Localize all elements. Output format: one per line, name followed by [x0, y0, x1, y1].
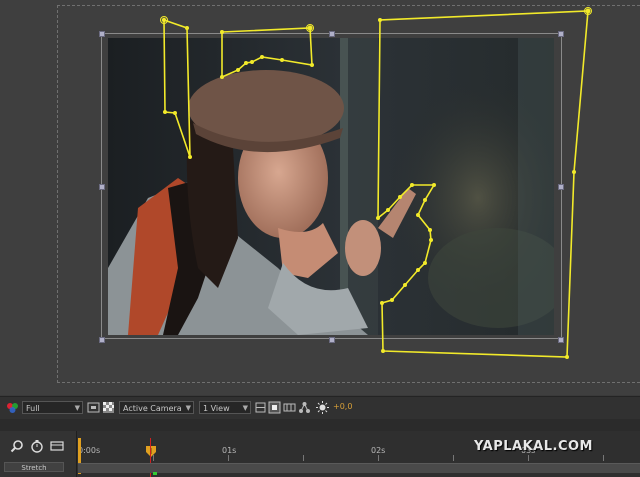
fast-previews-icon[interactable]	[268, 401, 281, 414]
toggle-pixel-aspect-icon[interactable]	[254, 401, 267, 414]
view-layout-dropdown[interactable]: 1 View ▼	[199, 401, 251, 414]
ruler-tick	[303, 455, 304, 461]
exposure-icon[interactable]	[316, 401, 329, 414]
timeline-panel: Stretch 0:00s 01s 02s 03s	[0, 431, 640, 477]
timeline-controls: Stretch	[0, 431, 77, 477]
timeline-icon[interactable]	[283, 401, 296, 414]
composition-viewer[interactable]	[0, 0, 640, 395]
chevron-down-icon: ▼	[242, 404, 248, 412]
keyframe-marker[interactable]	[153, 472, 157, 475]
ruler-tick	[378, 455, 379, 461]
time-label-1s: 01s	[222, 446, 237, 455]
chevron-down-icon: ▼	[185, 404, 191, 412]
stretch-label: Stretch	[21, 464, 47, 472]
flowchart-icon[interactable]	[298, 401, 311, 414]
exposure-value[interactable]: +0,0	[333, 402, 352, 411]
layer-duration-bar[interactable]	[78, 463, 640, 473]
region-of-interest-icon[interactable]	[87, 401, 100, 414]
camera-dropdown[interactable]: Active Camera ▼	[119, 401, 194, 414]
ruler-tick	[528, 455, 529, 461]
chevron-down-icon: ▼	[74, 404, 80, 412]
mask-path-hand	[377, 10, 589, 358]
viewer-toolbar: Full ▼ Active Camera ▼ 1 View ▼ +0,0	[0, 396, 640, 420]
search-icon[interactable]	[10, 439, 24, 453]
watermark: YAPLAKAL.COM	[474, 439, 593, 454]
ruler-tick	[228, 455, 229, 461]
view-layout-value: 1 View	[203, 404, 230, 413]
comp-flowchart-icon[interactable]	[50, 439, 64, 453]
stopwatch-icon[interactable]	[30, 439, 44, 453]
resolution-dropdown[interactable]: Full ▼	[22, 401, 83, 414]
transparency-grid-icon[interactable]	[102, 401, 115, 414]
stretch-column-button[interactable]: Stretch	[4, 462, 64, 472]
ruler-tick	[603, 455, 604, 461]
time-label-2s: 02s	[371, 446, 386, 455]
mask-overlay[interactable]	[0, 0, 640, 395]
timeline-header	[0, 419, 640, 431]
resolution-value: Full	[26, 404, 40, 413]
ruler-tick	[453, 455, 454, 461]
color-channels-icon[interactable]	[6, 401, 19, 414]
mask-path-left	[163, 19, 191, 158]
mask-vertices	[161, 8, 591, 359]
camera-value: Active Camera	[123, 404, 182, 413]
time-label-start: 0:00s	[78, 446, 101, 455]
playhead-icon[interactable]	[146, 446, 156, 458]
mask-path-hat	[221, 27, 313, 79]
